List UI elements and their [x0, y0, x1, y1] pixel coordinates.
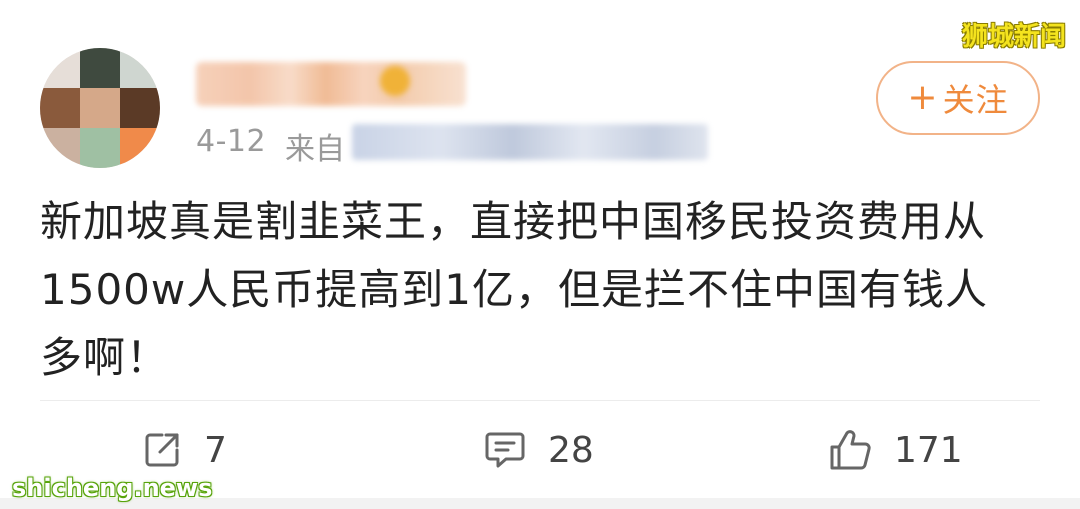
- post-source-blurred: [352, 124, 708, 160]
- avatar[interactable]: [40, 48, 160, 168]
- watermark-bottom: shicheng.news: [12, 474, 213, 502]
- comment-icon: [484, 430, 526, 470]
- username-blurred[interactable]: [196, 62, 466, 106]
- post-text-line: 1500w人民币提高到1亿，但是拦不住中国有钱人: [40, 265, 988, 314]
- share-count: 7: [204, 429, 227, 471]
- post-source-label: 来自: [285, 132, 345, 167]
- weibo-post-card: 4-12 来自 + 关注 狮城新闻 新加坡真是割韭菜王，直接把中国移民投资费用从…: [0, 0, 1080, 509]
- like-button[interactable]: 171: [828, 426, 963, 474]
- like-icon: [828, 428, 872, 472]
- post-text-line: 新加坡真是割韭菜王，直接把中国移民投资费用从: [40, 197, 987, 246]
- post-text-line: 多啊！: [40, 333, 170, 382]
- member-badge-icon: [380, 66, 410, 96]
- divider: [40, 400, 1040, 401]
- plus-icon: +: [907, 77, 939, 118]
- follow-button[interactable]: + 关注: [876, 61, 1040, 135]
- like-count: 171: [894, 429, 963, 471]
- follow-label: 关注: [942, 81, 1009, 119]
- comment-count: 28: [548, 429, 594, 471]
- share-button[interactable]: 7: [142, 426, 227, 474]
- post-date: 4-12: [196, 124, 267, 159]
- share-icon: [142, 430, 182, 470]
- comment-button[interactable]: 28: [484, 426, 594, 474]
- watermark-top: 狮城新闻: [961, 22, 1066, 52]
- post-body: 新加坡真是割韭菜王，直接把中国移民投资费用从 1500w人民币提高到1亿，但是拦…: [40, 188, 1050, 392]
